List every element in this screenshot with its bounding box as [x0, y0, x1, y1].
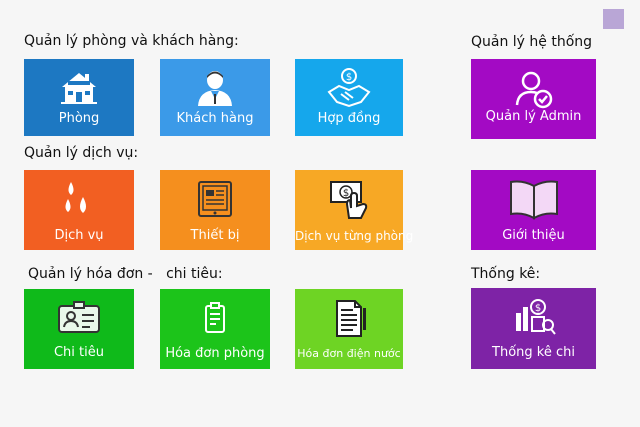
hand-money-icon: $: [295, 178, 403, 220]
tile-label: Chi tiêu: [53, 345, 104, 360]
open-book-icon: [471, 178, 596, 220]
tile-quan-ly-admin[interactable]: Quản lý Admin: [471, 59, 596, 139]
tile-khach-hang[interactable]: Khách hàng: [160, 59, 270, 136]
customer-icon: [160, 67, 270, 109]
svg-text:$: $: [534, 303, 540, 314]
house-icon: [24, 67, 134, 109]
tile-label: Phòng: [58, 111, 100, 126]
section-invoices-expenses: Quản lý hóa đơn - chi tiêu:: [28, 266, 223, 282]
clipboard-icon: [160, 297, 270, 339]
window-control-square[interactable]: [603, 9, 624, 29]
tile-label: Hóa đơn phòng: [165, 346, 265, 361]
tile-thong-ke-chi[interactable]: $ Thống kê chi: [471, 288, 596, 369]
tile-label: Dịch vụ: [54, 228, 104, 243]
tile-label: Thiết bị: [190, 228, 240, 243]
tile-dich-vu-tung-phong[interactable]: $ Dịch vụ từng phòng: [295, 170, 414, 250]
admin-user-check-icon: [471, 69, 596, 111]
section-system: Quản lý hệ thống: [471, 34, 593, 50]
tile-hoa-don-dien-nuoc[interactable]: Hóa đơn điện nước: [295, 289, 403, 369]
tile-gioi-thieu[interactable]: Giới thiệu: [471, 170, 596, 250]
stats-money-icon: $: [471, 296, 596, 338]
tile-label: Hợp đồng: [317, 111, 381, 126]
svg-text:$: $: [346, 72, 352, 83]
section-services: Quản lý dịch vụ:: [24, 145, 139, 161]
tile-label: Khách hàng: [176, 111, 254, 126]
tile-thiet-bi[interactable]: Thiết bị: [160, 170, 270, 250]
tile-hoa-don-phong[interactable]: Hóa đơn phòng: [160, 289, 270, 369]
section-statistics: Thống kê:: [471, 266, 541, 282]
tile-phong[interactable]: Phòng: [24, 59, 134, 136]
id-card-icon: [24, 297, 134, 339]
water-drops-icon: [24, 178, 134, 220]
handshake-dollar-icon: $: [295, 67, 403, 109]
tile-label: Dịch vụ từng phòng: [295, 229, 414, 243]
tile-label: Giới thiệu: [502, 228, 565, 243]
svg-text:$: $: [343, 188, 349, 199]
tile-label: Quản lý Admin: [485, 109, 582, 124]
tablet-device-icon: [160, 178, 270, 220]
document-pen-icon: [295, 297, 403, 339]
tile-hop-dong[interactable]: $ Hợp đồng: [295, 59, 403, 136]
tile-dich-vu[interactable]: Dịch vụ: [24, 170, 134, 250]
tile-label: Thống kê chi: [492, 345, 575, 360]
section-rooms-customers: Quản lý phòng và khách hàng:: [24, 33, 239, 49]
tile-label: Hóa đơn điện nước: [297, 347, 401, 360]
tile-chi-tieu[interactable]: Chi tiêu: [24, 289, 134, 369]
